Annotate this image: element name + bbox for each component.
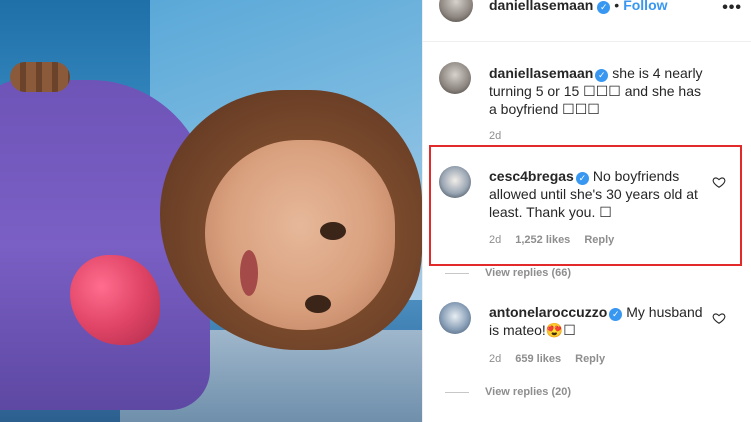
replies-divider bbox=[445, 272, 469, 274]
verified-badge-icon: ✓ bbox=[595, 69, 609, 82]
comment-username[interactable]: antonelaroccuzzo bbox=[489, 304, 607, 320]
replies-divider bbox=[445, 391, 469, 393]
reply-button[interactable]: Reply bbox=[575, 353, 605, 365]
verified-badge-icon: ✓ bbox=[597, 1, 611, 14]
header-line: daniellasemaan ✓ • Follow bbox=[489, 0, 668, 15]
follow-button[interactable]: Follow bbox=[623, 0, 667, 13]
more-options-icon[interactable]: ••• bbox=[722, 0, 742, 17]
comment-body: daniellasemaan ✓ she is 4 nearly turning 5… bbox=[489, 64, 704, 118]
commenter-avatar[interactable] bbox=[439, 62, 471, 94]
comment-age: 2d bbox=[489, 353, 502, 365]
photo-eye bbox=[320, 222, 346, 240]
comment-body: antonelaroccuzzo ✓ My husband is mateo!😍☐ bbox=[489, 303, 704, 339]
comment-username[interactable]: daniellasemaan bbox=[489, 65, 593, 81]
photo-eye bbox=[305, 295, 331, 313]
view-replies-label: View replies (20) bbox=[485, 386, 572, 398]
like-heart-icon[interactable] bbox=[712, 311, 726, 325]
view-replies-button[interactable]: View replies (20) bbox=[445, 386, 571, 398]
commenter-avatar[interactable] bbox=[439, 302, 471, 334]
separator-dot: • bbox=[614, 0, 620, 13]
view-replies-button[interactable]: View replies (66) bbox=[445, 267, 571, 279]
photo-braid bbox=[10, 62, 70, 92]
comment-meta: 2d 659 likes Reply bbox=[489, 353, 619, 365]
verified-badge-icon: ✓ bbox=[609, 308, 623, 321]
comment-age: 2d bbox=[489, 130, 502, 142]
photo-mouth bbox=[240, 250, 258, 296]
comment-meta: 2d bbox=[489, 130, 515, 142]
post-header: daniellasemaan ✓ • Follow ••• bbox=[423, 0, 751, 42]
view-replies-label: View replies (66) bbox=[485, 267, 572, 279]
post-photo[interactable] bbox=[0, 0, 422, 422]
highlight-box bbox=[429, 145, 742, 266]
owner-username[interactable]: daniellasemaan bbox=[489, 0, 593, 13]
photo-face bbox=[205, 140, 395, 330]
owner-avatar[interactable] bbox=[439, 0, 473, 22]
comment-likes[interactable]: 659 likes bbox=[515, 353, 561, 365]
